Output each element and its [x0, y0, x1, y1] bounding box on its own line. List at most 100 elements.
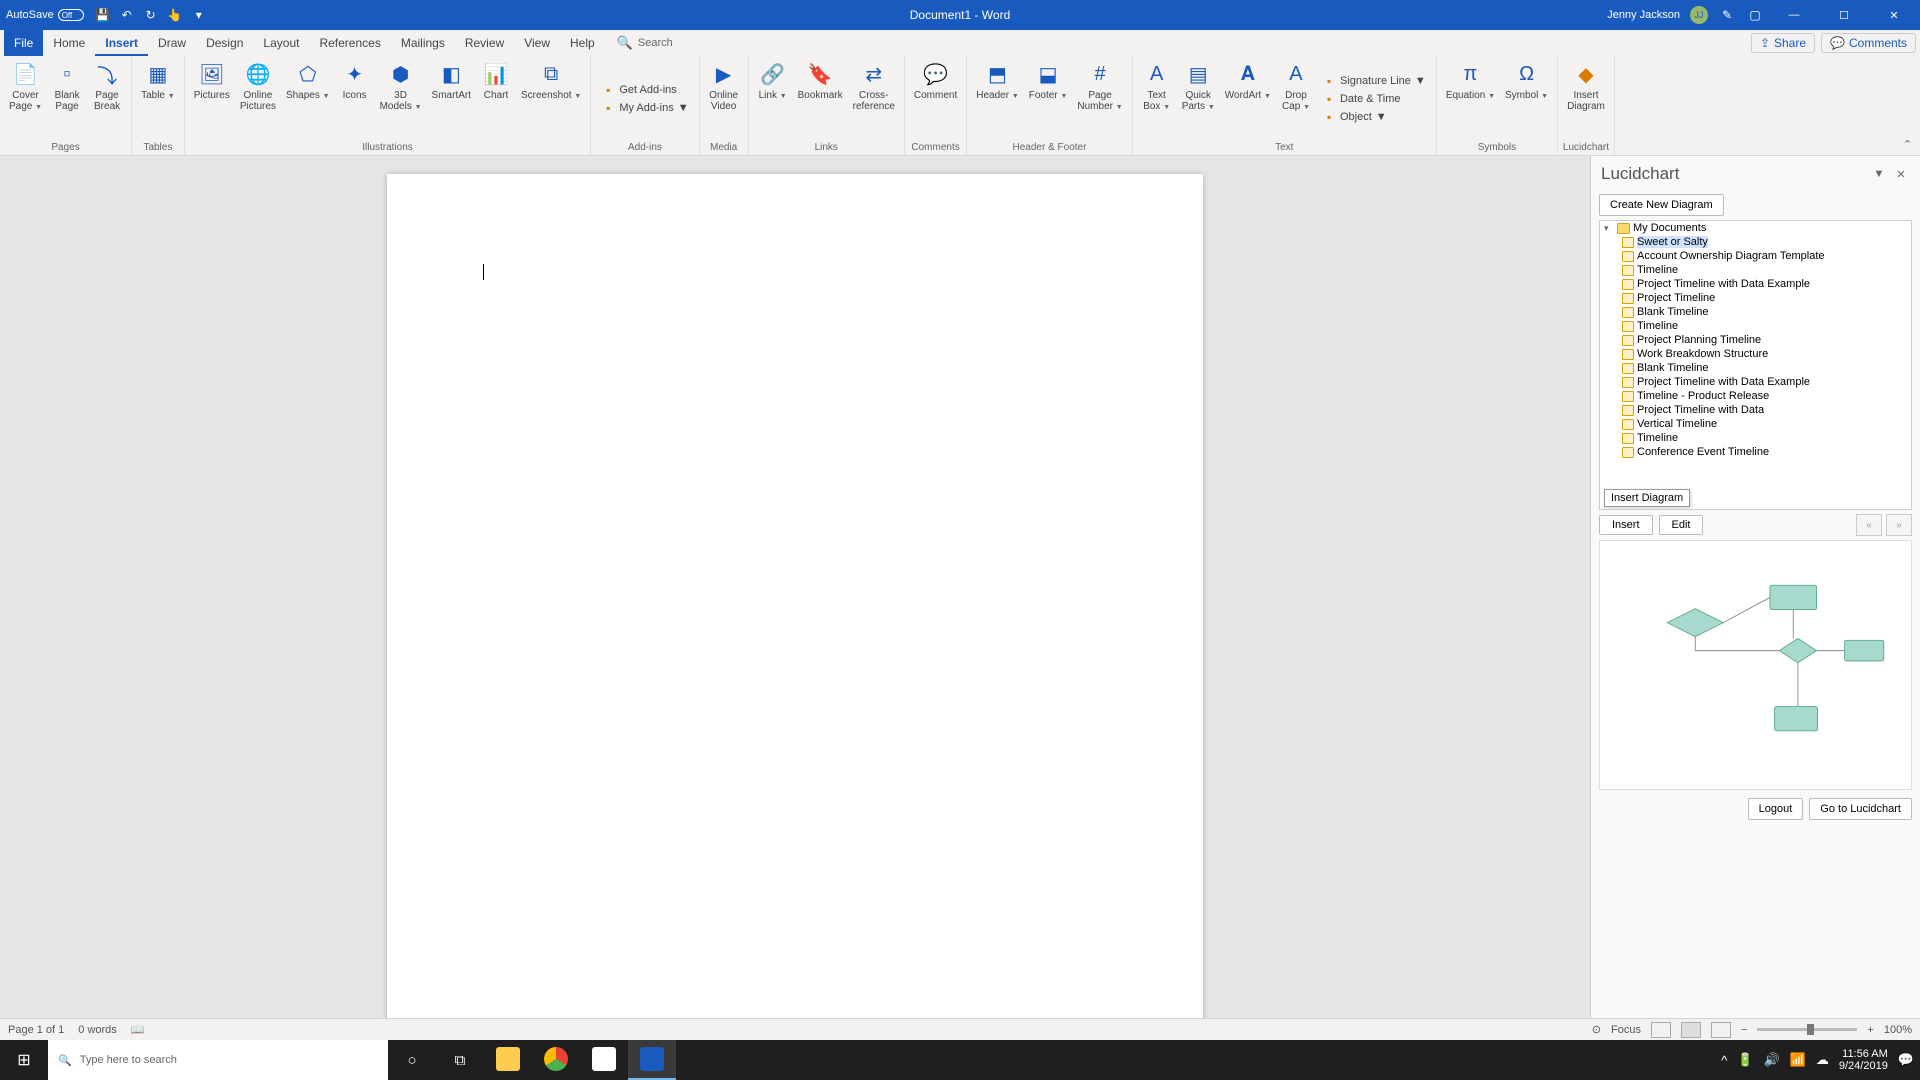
- tree-item[interactable]: Project Timeline: [1600, 291, 1911, 305]
- edit-button[interactable]: Edit: [1659, 515, 1704, 535]
- touchmode-icon[interactable]: 👆: [166, 6, 184, 24]
- tab-review[interactable]: Review: [455, 30, 514, 56]
- tray-volume-icon[interactable]: 🔊: [1764, 1052, 1780, 1068]
- save-icon[interactable]: 💾: [94, 6, 112, 24]
- cortana-button[interactable]: ○: [388, 1040, 436, 1080]
- ribbon-item-signature-line[interactable]: ▪Signature Line ▼: [1320, 73, 1428, 89]
- tree-item[interactable]: Conference Event Timeline: [1600, 445, 1911, 459]
- close-button[interactable]: ✕: [1874, 0, 1914, 30]
- tree-item[interactable]: Timeline: [1600, 319, 1911, 333]
- tree-item[interactable]: Work Breakdown Structure: [1600, 347, 1911, 361]
- undo-icon[interactable]: ↶: [118, 6, 136, 24]
- view-print-button[interactable]: [1681, 1022, 1701, 1038]
- tree-item[interactable]: Project Timeline with Data Example: [1600, 277, 1911, 291]
- ribbon-item-my-add-ins[interactable]: ▪My Add-ins ▼: [599, 100, 690, 116]
- tree-item[interactable]: Timeline: [1600, 431, 1911, 445]
- taskbar-search[interactable]: 🔍 Type here to search: [48, 1040, 388, 1080]
- ribbon-btn-comment[interactable]: 💬Comment: [909, 58, 962, 140]
- search-box[interactable]: 🔍 Search: [617, 35, 673, 51]
- taskbar-app-slack[interactable]: [580, 1040, 628, 1080]
- taskbar-app-word[interactable]: [628, 1040, 676, 1080]
- next-page-button[interactable]: »: [1886, 514, 1912, 536]
- tab-draw[interactable]: Draw: [148, 30, 196, 56]
- tree-item[interactable]: Project Timeline with Data: [1600, 403, 1911, 417]
- tab-file[interactable]: File: [4, 30, 43, 56]
- start-button[interactable]: ⊞: [0, 1040, 48, 1080]
- view-web-button[interactable]: [1711, 1022, 1731, 1038]
- tray-notifications-icon[interactable]: 💬: [1898, 1052, 1914, 1068]
- ribbon-btn-quick-parts[interactable]: ▤QuickParts ▼: [1177, 58, 1220, 140]
- tree-item[interactable]: Timeline: [1600, 263, 1911, 277]
- document-tree[interactable]: ▾ My Documents Sweet or SaltyAccount Own…: [1599, 220, 1912, 510]
- ribbon-btn-bookmark[interactable]: 🔖Bookmark: [793, 58, 848, 140]
- ribbon-item-date-time[interactable]: ▪Date & Time: [1320, 91, 1428, 107]
- ribbon-btn-footer[interactable]: ⬓Footer ▼: [1024, 58, 1073, 140]
- tab-references[interactable]: References: [309, 30, 390, 56]
- tray-wifi-icon[interactable]: 📶: [1790, 1052, 1806, 1068]
- ribbon-btn-online-video[interactable]: ▶OnlineVideo: [704, 58, 744, 140]
- user-avatar[interactable]: JJ: [1690, 6, 1708, 24]
- redo-icon[interactable]: ↻: [142, 6, 160, 24]
- ribbon-btn-online-pictures[interactable]: 🌐OnlinePictures: [235, 58, 281, 140]
- focus-mode[interactable]: Focus: [1611, 1024, 1641, 1036]
- tab-layout[interactable]: Layout: [253, 30, 309, 56]
- taskbar-app-explorer[interactable]: [484, 1040, 532, 1080]
- logout-button[interactable]: Logout: [1748, 798, 1804, 820]
- tab-insert[interactable]: Insert: [95, 30, 148, 56]
- ribbon-btn-chart[interactable]: 📊Chart: [476, 58, 516, 140]
- status-page[interactable]: Page 1 of 1: [8, 1024, 64, 1036]
- status-words[interactable]: 0 words: [78, 1024, 117, 1036]
- panel-close-icon[interactable]: ✕: [1892, 165, 1910, 183]
- maximize-button[interactable]: ☐: [1824, 0, 1864, 30]
- spellcheck-icon[interactable]: 📖: [131, 1023, 145, 1036]
- taskbar-clock[interactable]: 11:56 AM 9/24/2019: [1839, 1048, 1888, 1072]
- zoom-slider[interactable]: [1757, 1028, 1857, 1031]
- collapse-ribbon-button[interactable]: ⌃: [1895, 138, 1920, 151]
- document-page[interactable]: [387, 174, 1203, 1056]
- user-name[interactable]: Jenny Jackson: [1607, 9, 1680, 21]
- tray-battery-icon[interactable]: 🔋: [1737, 1052, 1753, 1068]
- goto-lucidchart-button[interactable]: Go to Lucidchart: [1809, 798, 1912, 820]
- ribbon-item-get-add-ins[interactable]: ▪Get Add-ins: [599, 82, 690, 98]
- tab-help[interactable]: Help: [560, 30, 605, 56]
- tree-item[interactable]: Sweet or Salty: [1600, 235, 1911, 249]
- zoom-value[interactable]: 100%: [1884, 1024, 1912, 1036]
- taskbar-app-chrome[interactable]: [532, 1040, 580, 1080]
- ribbon-btn-page-break[interactable]: ⤵PageBreak: [87, 58, 127, 140]
- zoom-out-button[interactable]: −: [1741, 1024, 1747, 1036]
- ribbon-btn-page-number[interactable]: #PageNumber ▼: [1072, 58, 1127, 140]
- customize-qat-icon[interactable]: ▾: [190, 6, 208, 24]
- zoom-thumb[interactable]: [1807, 1024, 1814, 1035]
- minimize-button[interactable]: ―: [1774, 0, 1814, 30]
- tab-mailings[interactable]: Mailings: [391, 30, 455, 56]
- ribbon-btn-3d-models[interactable]: ⬢3DModels ▼: [375, 58, 427, 140]
- folder-toggle-icon[interactable]: ▾: [1604, 223, 1614, 234]
- ribbon-btn-text-box[interactable]: ATextBox ▼: [1137, 58, 1177, 140]
- prev-page-button[interactable]: «: [1856, 514, 1882, 536]
- ribbon-btn-insert-diagram[interactable]: ◆InsertDiagram: [1562, 58, 1610, 140]
- tree-item[interactable]: Account Ownership Diagram Template: [1600, 249, 1911, 263]
- ribbon-btn-header[interactable]: ⬒Header ▼: [971, 58, 1024, 140]
- ribbon-btn-smartart[interactable]: ◧SmartArt: [427, 58, 476, 140]
- ribbon-btn-cross--reference[interactable]: ⇄Cross-reference: [848, 58, 900, 140]
- pen-icon[interactable]: ✎: [1718, 6, 1736, 24]
- tab-view[interactable]: View: [514, 30, 560, 56]
- ribbon-btn-wordart[interactable]: 𝐀WordArt ▼: [1220, 58, 1276, 140]
- panel-options-icon[interactable]: ▼: [1870, 165, 1888, 183]
- tree-item[interactable]: Timeline - Product Release: [1600, 389, 1911, 403]
- comments-button[interactable]: 💬Comments: [1821, 33, 1916, 53]
- tree-item[interactable]: Blank Timeline: [1600, 305, 1911, 319]
- zoom-in-button[interactable]: +: [1867, 1024, 1873, 1036]
- tree-folder[interactable]: ▾ My Documents: [1600, 221, 1911, 235]
- insert-button[interactable]: Insert: [1599, 515, 1653, 535]
- ribbon-btn-shapes[interactable]: ⬠Shapes ▼: [281, 58, 335, 140]
- taskview-button[interactable]: ⧉: [436, 1040, 484, 1080]
- tab-design[interactable]: Design: [196, 30, 253, 56]
- ribbon-btn-blank-page[interactable]: ▫BlankPage: [47, 58, 87, 140]
- view-read-button[interactable]: [1651, 1022, 1671, 1038]
- document-area[interactable]: [0, 156, 1590, 1056]
- ribbon-btn-drop-cap[interactable]: ADropCap ▼: [1276, 58, 1316, 140]
- autosave-toggle[interactable]: Off: [58, 9, 84, 21]
- tray-chevron-icon[interactable]: ^: [1721, 1053, 1727, 1068]
- create-diagram-button[interactable]: Create New Diagram: [1599, 194, 1724, 216]
